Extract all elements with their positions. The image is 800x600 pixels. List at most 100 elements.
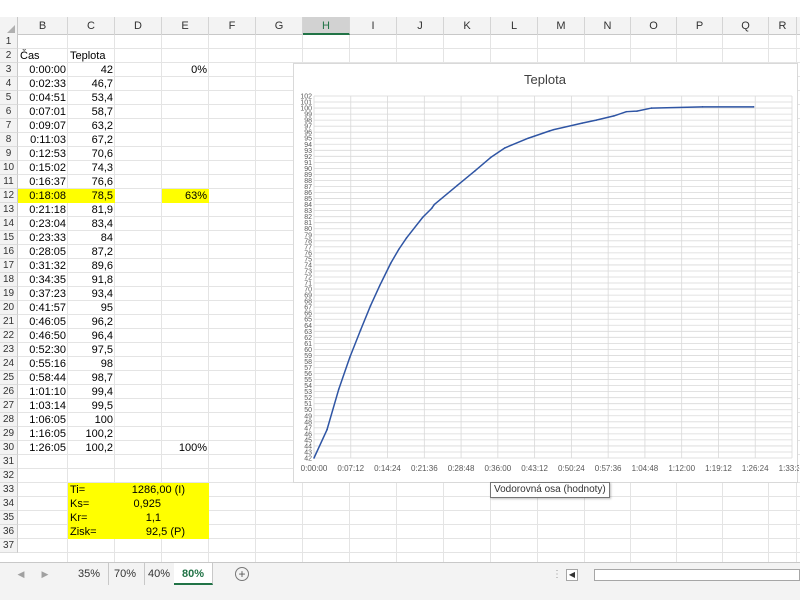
row-header-25[interactable]: 25 [0,371,18,385]
column-header-b[interactable]: B [18,17,68,35]
cell-time[interactable]: 0:09:07 [18,119,68,133]
row-header-1[interactable]: 1 [0,35,18,49]
header-teplota[interactable]: Teplota [68,49,115,63]
param-value[interactable]: 92,5 (P) [146,525,185,539]
row-header-21[interactable]: 21 [0,315,18,329]
column-header-j[interactable]: J [397,17,444,35]
column-header-d[interactable]: D [115,17,162,35]
cell-time[interactable]: 0:37:23 [18,287,68,301]
row-header-37[interactable]: 37 [0,539,18,553]
row-header-35[interactable]: 35 [0,511,18,525]
cell-time[interactable]: 0:04:51 [18,91,68,105]
sheet-tab-80pct[interactable]: 80% [174,563,214,585]
row-header-13[interactable]: 13 [0,203,18,217]
row-header-29[interactable]: 29 [0,427,18,441]
add-sheet-icon[interactable]: + [235,567,249,581]
cell-temp[interactable]: 99,5 [68,399,115,413]
scroll-left-icon[interactable]: ◀ [566,569,578,581]
cell-time[interactable]: 1:01:10 [18,385,68,399]
cell-temp[interactable]: 67,2 [68,133,115,147]
cell-time[interactable]: 0:31:32 [18,259,68,273]
row-header-11[interactable]: 11 [0,175,18,189]
select-all-corner[interactable] [0,17,18,35]
row-header-4[interactable]: 4 [0,77,18,91]
row-header-20[interactable]: 20 [0,301,18,315]
cell-temp[interactable]: 96,4 [68,329,115,343]
cell-time[interactable]: 0:46:50 [18,329,68,343]
cell-temp[interactable]: 83,4 [68,217,115,231]
column-header-m[interactable]: M [538,17,585,35]
row-header-23[interactable]: 23 [0,343,18,357]
column-header-h[interactable]: H [303,17,350,35]
cell-temp[interactable]: 93,4 [68,287,115,301]
cell-temp[interactable]: 96,2 [68,315,115,329]
temperature-chart[interactable]: Teplota 42 43 44 45 46 47 48 49 50 51 52 53 54 55 56 57 5… [293,63,800,483]
row-header-14[interactable]: 14 [0,217,18,231]
row-header-7[interactable]: 7 [0,119,18,133]
cell-temp[interactable]: 70,6 [68,147,115,161]
cell-temp[interactable]: 63,2 [68,119,115,133]
cell-temp[interactable]: 78,5 [68,189,115,203]
cell-time[interactable]: 0:52:30 [18,343,68,357]
row-header-6[interactable]: 6 [0,105,18,119]
row-header-36[interactable]: 36 [0,525,18,539]
cell-time[interactable]: 0:58:44 [18,371,68,385]
header-cas[interactable]: Čas [18,49,68,63]
cell-time[interactable]: 0:55:16 [18,357,68,371]
cell-time[interactable]: 0:21:18 [18,203,68,217]
column-header-n[interactable]: N [585,17,631,35]
sheet-tab-35pct[interactable]: 35% [70,563,110,585]
cell-temp[interactable]: 100,2 [68,427,115,441]
cell-percent[interactable]: 100% [162,441,209,455]
cell-temp[interactable]: 87,2 [68,245,115,259]
column-header-g[interactable]: G [256,17,303,35]
cell-time[interactable]: 0:34:35 [18,273,68,287]
row-header-15[interactable]: 15 [0,231,18,245]
cell-time[interactable]: 0:46:05 [18,315,68,329]
cell-time[interactable]: 0:12:53 [18,147,68,161]
row-header-17[interactable]: 17 [0,259,18,273]
cell-time[interactable]: 0:00:00 [18,63,68,77]
param-label[interactable]: Zisk= [70,525,97,539]
row-header-24[interactable]: 24 [0,357,18,371]
cell-time[interactable]: 0:11:03 [18,133,68,147]
cell-temp[interactable]: 98 [68,357,115,371]
cell-time[interactable]: 0:16:37 [18,175,68,189]
column-header-o[interactable]: O [631,17,677,35]
row-header-10[interactable]: 10 [0,161,18,175]
row-header-3[interactable]: 3 [0,63,18,77]
column-header-l[interactable]: L [491,17,538,35]
cell-time[interactable]: 1:03:14 [18,399,68,413]
cell-temp[interactable]: 42 [68,63,115,77]
cell-time[interactable]: 0:28:05 [18,245,68,259]
column-header-e[interactable]: E [162,17,209,35]
column-header-q[interactable]: Q [723,17,769,35]
cell-time[interactable]: 1:26:05 [18,441,68,455]
row-header-33[interactable]: 33 [0,483,18,497]
column-header-k[interactable]: K [444,17,491,35]
cell-time[interactable]: 0:23:04 [18,217,68,231]
cell-temp[interactable]: 97,5 [68,343,115,357]
row-header-32[interactable]: 32 [0,469,18,483]
param-value[interactable]: 0,925 [133,497,161,511]
cell-temp[interactable]: 91,8 [68,273,115,287]
cell-temp[interactable]: 99,4 [68,385,115,399]
row-header-31[interactable]: 31 [0,455,18,469]
param-value[interactable]: 1,1 [146,511,161,525]
cell-time[interactable]: 0:23:33 [18,231,68,245]
cell-time[interactable]: 0:15:02 [18,161,68,175]
cell-time[interactable]: 0:41:57 [18,301,68,315]
column-header-r[interactable]: R [769,17,797,35]
row-header-26[interactable]: 26 [0,385,18,399]
cell-percent[interactable]: 63% [162,189,209,203]
row-header-2[interactable]: 2 [0,49,18,63]
param-value[interactable]: 1286,00 (I) [132,483,185,497]
row-header-9[interactable]: 9 [0,147,18,161]
cell-temp[interactable]: 53,4 [68,91,115,105]
row-header-8[interactable]: 8 [0,133,18,147]
next-sheet-icon[interactable]: ▶ [38,567,52,581]
column-header-p[interactable]: P [677,17,723,35]
cell-temp[interactable]: 58,7 [68,105,115,119]
cell-temp[interactable]: 46,7 [68,77,115,91]
cell-time[interactable]: 0:02:33 [18,77,68,91]
